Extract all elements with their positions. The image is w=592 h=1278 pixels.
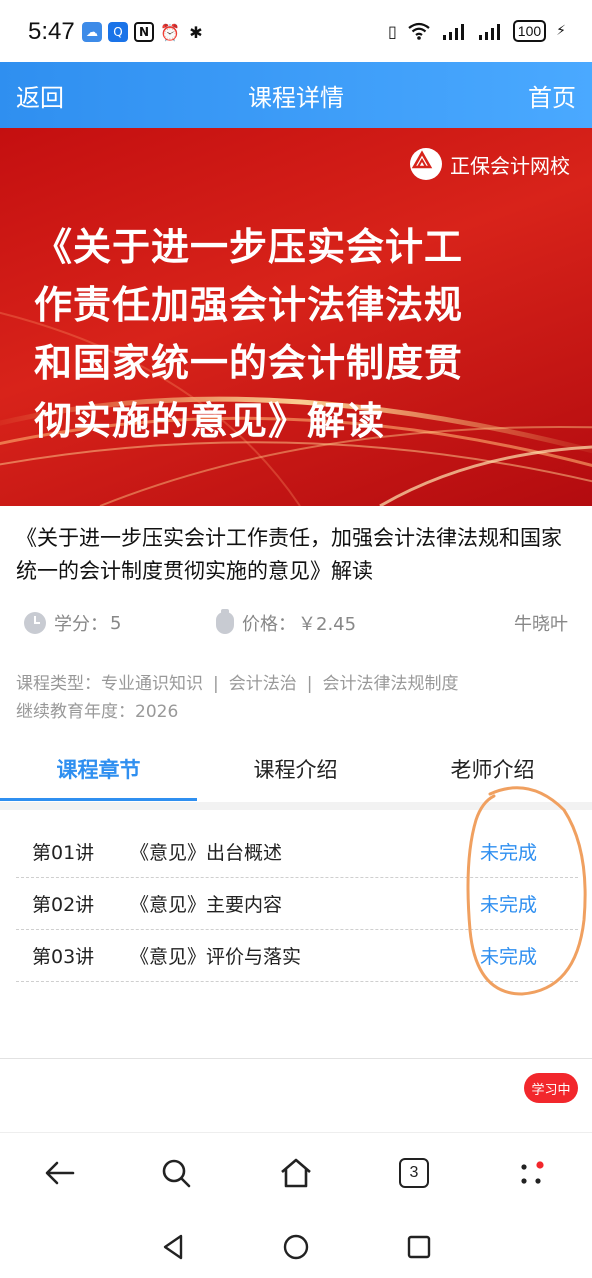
page-title: 课程详情	[248, 84, 344, 112]
banner-title-line: 作责任加强会计法律法规	[34, 283, 464, 327]
page: 5:47 ☁ Q N ⏰ ✱ ▯ 100 ⚡ 返回 课程详情 首页 正保会计网校…	[0, 0, 592, 1278]
browser-toolbar: 3	[0, 1132, 592, 1216]
status-time: 5:47	[28, 18, 75, 45]
active-tab-indicator	[0, 798, 197, 801]
type-separator: |	[213, 674, 219, 694]
credit-info: 学分： 5	[24, 610, 121, 636]
course-year-value: 2026	[135, 702, 179, 722]
nfc-icon: N	[134, 22, 154, 42]
credit-value: 5	[110, 612, 122, 634]
chapter-name: 《意见》评价与落实	[130, 946, 302, 968]
course-type-label: 课程类型：	[16, 674, 101, 694]
course-year-line: 继续教育年度：2026	[16, 698, 458, 726]
type-separator: |	[306, 674, 313, 694]
brand-logo-text: 正保会计网校	[410, 148, 570, 180]
course-type-item: 专业通识知识	[101, 674, 203, 694]
system-nav-bar	[0, 1216, 592, 1278]
home-circle-icon[interactable]	[281, 1232, 311, 1262]
price-label: 价格：	[242, 614, 296, 635]
top-nav-bar: 返回 课程详情 首页	[0, 62, 592, 128]
weather-icon: ☁	[82, 22, 102, 42]
course-meta-row: 学分： 5 价格： ￥2.45 牛晓叶	[16, 608, 576, 638]
money-bag-icon	[216, 609, 234, 634]
annotation-ellipse	[466, 786, 587, 996]
home-icon[interactable]	[276, 1153, 316, 1193]
recents-square-icon[interactable]	[404, 1232, 434, 1262]
charging-icon: ⚡	[556, 23, 566, 39]
course-type-item: 会计法律法规制度	[322, 674, 459, 694]
course-type-line: 课程类型：专业通识知识 | 会计法治 | 会计法律法规制度	[16, 670, 458, 698]
signal-icon	[478, 24, 500, 40]
banner-title-line: 《关于进一步压实会计工	[34, 225, 464, 269]
tab-chapters[interactable]: 课程章节	[0, 754, 197, 784]
battery-icon: 100	[512, 20, 547, 42]
tab-count: 3	[399, 1158, 429, 1188]
chapter-name: 《意见》出台概述	[130, 842, 283, 864]
chapter-number: 第02讲	[32, 894, 95, 916]
wifi-icon	[408, 22, 430, 40]
chapter-number: 第03讲	[32, 946, 95, 968]
tabs-icon[interactable]: 3	[394, 1153, 434, 1193]
price-info: 价格： ￥2.45	[216, 609, 357, 636]
signal-icon	[442, 24, 464, 40]
home-button[interactable]: 首页	[528, 78, 576, 113]
course-title: 《关于进一步压实会计工作责任，加强会计法律法规和国家统一的会计制度贯彻实施的意见…	[16, 526, 562, 583]
tab-course-intro[interactable]: 课程介绍	[197, 754, 394, 784]
chapter-name: 《意见》主要内容	[130, 894, 283, 916]
vibrate-icon: ▯	[387, 21, 397, 41]
banner-title: 《关于进一步压实会计工 作责任加强会计法律法规 和国家统一的会计制度贯 彻实施的…	[34, 218, 534, 450]
course-type-info: 课程类型：专业通识知识 | 会计法治 | 会计法律法规制度 继续教育年度：2026	[16, 670, 458, 726]
study-status-badge[interactable]: 学习中	[524, 1073, 578, 1103]
banner-title-line: 和国家统一的会计制度贯	[34, 341, 464, 385]
footer-divider	[0, 1058, 592, 1059]
course-banner: 正保会计网校 《关于进一步压实会计工 作责任加强会计法律法规 和国家统一的会计制…	[0, 128, 592, 506]
bluetooth-icon: ✱	[186, 22, 206, 42]
status-icons-left: ☁ Q N ⏰ ✱	[82, 22, 206, 42]
chapter-number: 第01讲	[32, 842, 95, 864]
price-value: ￥2.45	[298, 614, 357, 635]
alarm-icon: ⏰	[160, 22, 180, 42]
clock-icon	[24, 612, 46, 634]
status-icons-right: ▯ 100 ⚡	[388, 20, 566, 42]
search-app-icon: Q	[108, 22, 128, 42]
credit-label: 学分：	[54, 614, 108, 635]
course-year-label: 继续教育年度：	[16, 702, 135, 722]
more-menu-icon[interactable]	[512, 1153, 552, 1193]
banner-title-line: 彻实施的意见》解读	[34, 399, 386, 443]
brand-logo-icon	[410, 148, 442, 180]
teacher-name: 牛晓叶	[514, 614, 568, 635]
brand-name: 正保会计网校	[450, 153, 570, 178]
status-bar: 5:47 ☁ Q N ⏰ ✱ ▯ 100 ⚡	[0, 0, 592, 62]
course-type-item: 会计法治	[228, 674, 297, 694]
back-triangle-icon[interactable]	[158, 1232, 188, 1262]
back-arrow-icon[interactable]	[40, 1153, 80, 1193]
search-icon[interactable]	[156, 1153, 196, 1193]
